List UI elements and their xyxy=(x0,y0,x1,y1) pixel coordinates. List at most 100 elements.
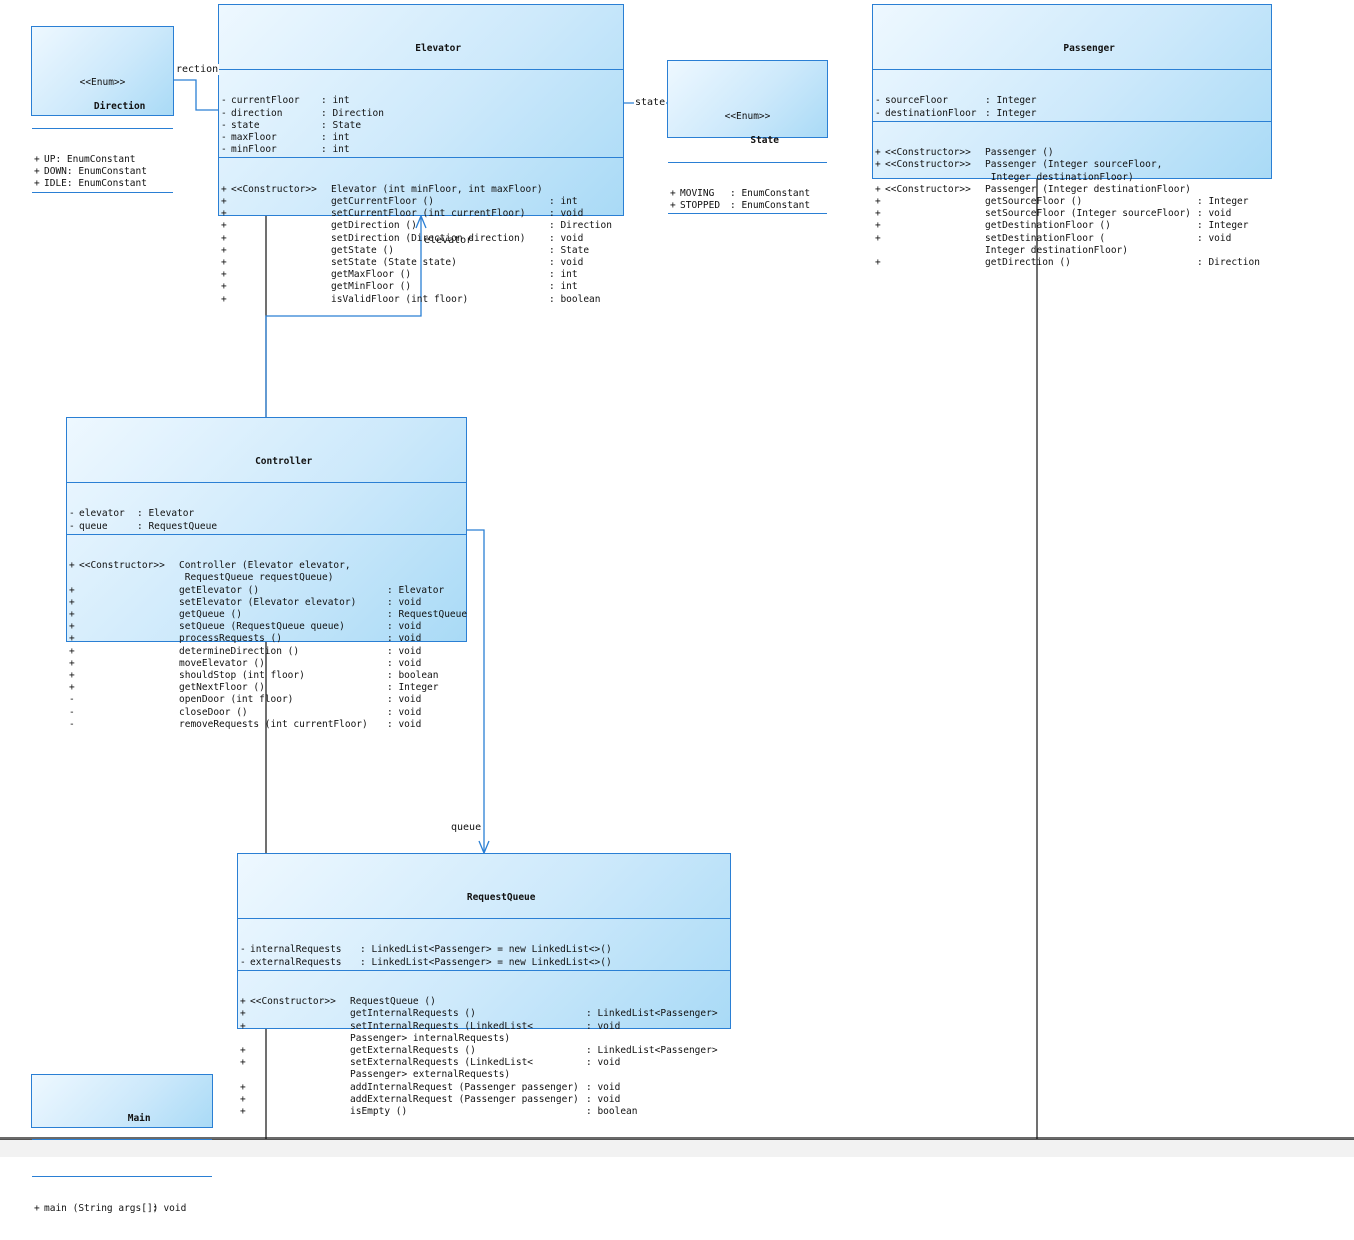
member-row[interactable]: + getState (): State xyxy=(221,245,621,257)
member-row[interactable]: - state: State xyxy=(221,120,621,132)
class-controller[interactable]: Controller - elevator: Elevator - queue: Re… xyxy=(66,417,467,730)
member-row[interactable]: - removeRequests (int currentFloor): void xyxy=(69,719,464,731)
member-row[interactable]: + IDLE: EnumConstant xyxy=(34,178,171,190)
attributes-section: + MOVING: EnumConstant + STOPPED: EnumConst… xyxy=(668,187,827,215)
member-row[interactable]: - queue: RequestQueue xyxy=(69,521,464,533)
member-stereotype xyxy=(231,281,331,293)
member-row[interactable]: - closeDoor (): void xyxy=(69,707,464,719)
class-elevator[interactable]: Elevator - currentFloor: int - direction: D… xyxy=(218,4,624,305)
member-type: : void xyxy=(586,1081,621,1093)
member-row[interactable]: + getSourceFloor (): Integer xyxy=(875,196,1269,208)
class-name: Controller xyxy=(255,455,313,467)
member-row[interactable]: + <<Constructor>> Elevator (int minFloor, … xyxy=(221,184,621,196)
member-type: : LinkedList<Passenger> = new LinkedList… xyxy=(360,944,612,956)
member-name: getExternalRequests () xyxy=(350,1045,476,1057)
visibility-marker: - xyxy=(240,956,246,968)
member-row[interactable]: Passenger> externalRequests) xyxy=(240,1069,728,1081)
member-type: : Direction xyxy=(549,220,612,232)
member-type: : Integer xyxy=(387,682,439,694)
class-direction-header: <<Enum>> Direction xyxy=(32,51,173,129)
member-row[interactable]: - currentFloor: int xyxy=(221,95,621,107)
member-row[interactable]: - openDoor (int floor): void xyxy=(69,694,464,706)
member-row[interactable]: + getQueue (): RequestQueue xyxy=(69,609,467,621)
member-row[interactable]: + getDirection (): Direction xyxy=(221,220,621,232)
member-row[interactable]: + setInternalRequests (LinkedList<: void xyxy=(240,1021,728,1033)
class-main[interactable]: Main + main (String args[]): void xyxy=(31,1074,213,1214)
member-row[interactable]: - internalRequests: LinkedList<Passenger>… xyxy=(240,944,728,956)
member-row[interactable]: Passenger> internalRequests) xyxy=(240,1033,728,1045)
member-row[interactable]: + isEmpty (): boolean xyxy=(240,1106,728,1118)
member-row[interactable]: + shouldStop (int floor): boolean xyxy=(69,670,464,682)
member-row[interactable]: + setExternalRequests (LinkedList<: void xyxy=(240,1057,728,1069)
member-stereotype xyxy=(79,572,179,584)
member-name: UP xyxy=(44,154,56,166)
member-row[interactable]: - elevator: Elevator xyxy=(69,508,464,520)
visibility-marker: + xyxy=(69,633,75,645)
member-name: setElevator (Elevator elevator) xyxy=(179,596,357,608)
visibility-marker: + xyxy=(69,670,75,682)
visibility-marker: - xyxy=(69,694,75,706)
member-name: sourceFloor xyxy=(885,95,948,107)
member-row[interactable]: + <<Constructor>> Passenger () xyxy=(875,147,1269,159)
class-name: State xyxy=(750,135,779,147)
member-row[interactable]: + moveElevator (): void xyxy=(69,658,464,670)
member-row[interactable]: + setSourceFloor (Integer sourceFloor): v… xyxy=(875,208,1269,220)
member-row[interactable]: + getExternalRequests (): LinkedList<Pass… xyxy=(240,1045,728,1057)
member-row[interactable]: + getMaxFloor (): int xyxy=(221,269,621,281)
member-row[interactable]: RequestQueue requestQueue) xyxy=(69,572,464,584)
member-name: getDirection () xyxy=(331,220,417,232)
member-name: minFloor xyxy=(231,144,277,156)
member-name: getInternalRequests () xyxy=(350,1008,476,1020)
member-row[interactable]: + getInternalRequests (): LinkedList<Pass… xyxy=(240,1008,728,1020)
member-type: : EnumConstant xyxy=(55,154,136,166)
member-row[interactable]: + addInternalRequest (Passenger passenger… xyxy=(240,1082,728,1094)
visibility-marker: + xyxy=(69,645,75,657)
member-row[interactable]: - externalRequests: LinkedList<Passenger>… xyxy=(240,957,728,969)
member-row[interactable]: + <<Constructor>> RequestQueue () xyxy=(240,996,728,1008)
member-row[interactable]: + processRequests (): void xyxy=(69,633,464,645)
member-type: : LinkedList<Passenger> xyxy=(586,1008,718,1020)
member-row[interactable]: + getDestinationFloor (): Integer xyxy=(875,220,1269,232)
member-row[interactable]: - maxFloor: int xyxy=(221,132,621,144)
member-row[interactable]: + setDirection (Direction direction): voi… xyxy=(221,233,621,245)
member-row[interactable]: + isValidFloor (int floor): boolean xyxy=(221,294,621,306)
class-state[interactable]: <<Enum>> State + MOVING: EnumConstant + STO… xyxy=(667,60,828,215)
member-type: : void xyxy=(1197,232,1232,244)
member-row[interactable]: + getMinFloor (): int xyxy=(221,281,621,293)
member-row[interactable]: + addExternalRequest (Passenger passenger… xyxy=(240,1094,728,1106)
member-row[interactable]: + STOPPED: EnumConstant xyxy=(670,200,825,212)
member-row[interactable]: + setElevator (Elevator elevator): void xyxy=(69,597,464,609)
member-name: Passenger> externalRequests) xyxy=(350,1069,511,1081)
visibility-marker: + xyxy=(240,1093,246,1105)
member-row[interactable]: + setQueue (RequestQueue queue): void xyxy=(69,621,464,633)
member-row[interactable]: + getCurrentFloor (): int xyxy=(221,196,621,208)
member-row[interactable]: + setDestinationFloor (: void xyxy=(875,233,1269,245)
class-passenger[interactable]: Passenger - sourceFloor: Integer - destinat… xyxy=(872,4,1272,268)
member-row[interactable]: + setState (State state): void xyxy=(221,257,621,269)
member-row[interactable]: Integer destinationFloor) xyxy=(875,172,1269,184)
member-row[interactable]: + determineDirection (): void xyxy=(69,646,464,658)
member-row[interactable]: + getDirection (): Direction xyxy=(875,257,1269,269)
member-row[interactable]: + <<Constructor>> Passenger (Integer sourc… xyxy=(875,159,1269,171)
class-request-queue[interactable]: RequestQueue - internalRequests: LinkedLi… xyxy=(237,853,731,1117)
visibility-marker: - xyxy=(69,706,75,718)
class-direction[interactable]: <<Enum>> Direction + UP: EnumConstant + DOW… xyxy=(31,26,174,193)
member-row[interactable]: + main (String args[]): void xyxy=(34,1203,210,1215)
member-row[interactable]: - direction: Direction xyxy=(221,108,621,120)
member-row[interactable]: + <<Constructor>> Passenger (Integer desti… xyxy=(875,184,1269,196)
member-row[interactable]: - sourceFloor: Integer xyxy=(875,95,1269,107)
association-queue xyxy=(466,529,485,853)
member-row[interactable]: - minFloor: int xyxy=(221,144,621,156)
member-row[interactable]: + UP: EnumConstant xyxy=(34,154,171,166)
member-row[interactable]: + setCurrentFloor (int currentFloor): voi… xyxy=(221,208,621,220)
member-row[interactable]: - destinationFloor: Integer xyxy=(875,108,1269,120)
visibility-marker: + xyxy=(34,154,40,166)
member-row[interactable]: + getElevator (): Elevator xyxy=(69,585,464,597)
member-row[interactable]: + getNextFloor (): Integer xyxy=(69,682,464,694)
member-row[interactable]: Integer destinationFloor) xyxy=(875,245,1269,257)
member-row[interactable]: + DOWN: EnumConstant xyxy=(34,166,171,178)
member-row[interactable]: + <<Constructor>> Controller (Elevator ele… xyxy=(69,560,464,572)
member-stereotype xyxy=(231,220,331,232)
member-stereotype xyxy=(250,1045,350,1057)
member-row[interactable]: + MOVING: EnumConstant xyxy=(670,188,825,200)
